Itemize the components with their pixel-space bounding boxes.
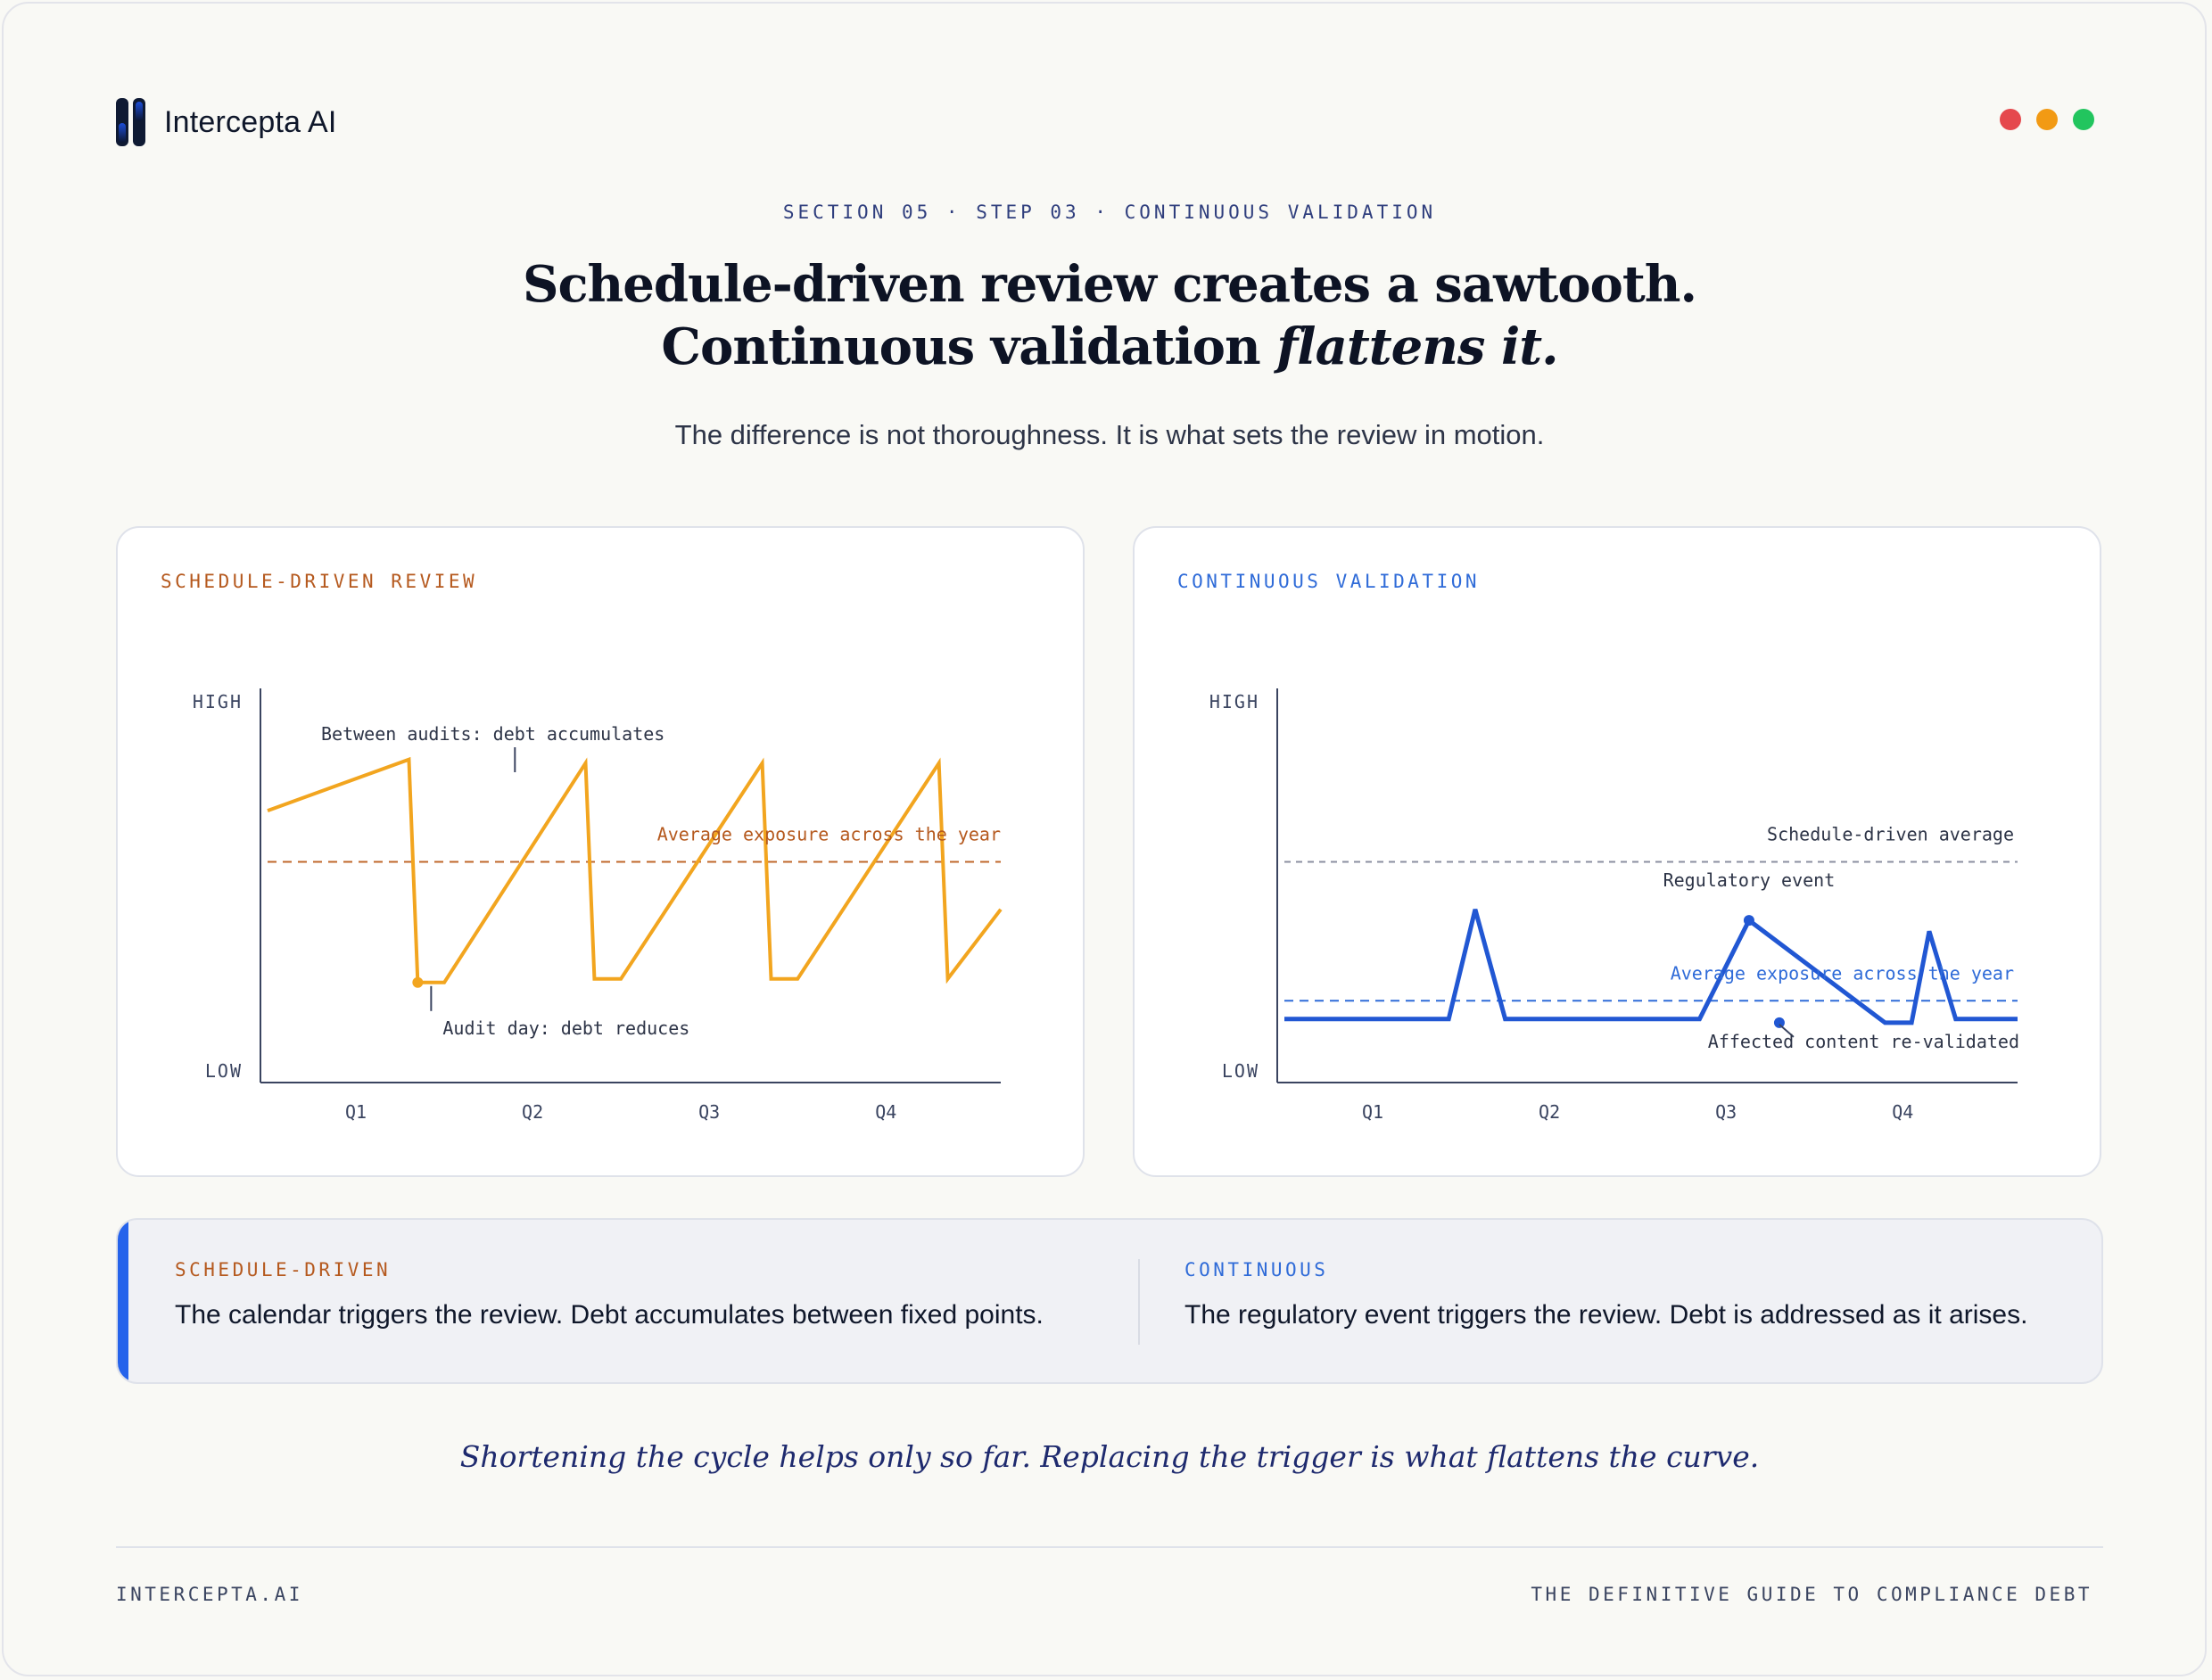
comparison-text: The calendar triggers the review. Debt a…	[175, 1300, 1044, 1330]
annotation-label: Between audits: debt accumulates	[321, 723, 664, 745]
average-exposure-label: Average exposure across the year	[657, 824, 1001, 845]
intercepta-logo-icon	[116, 98, 145, 146]
audit-day-marker	[412, 976, 424, 988]
x-tick-label: Q1	[1362, 1101, 1383, 1123]
footer-divider	[116, 1546, 2103, 1548]
schedule-driven-chart: HIGH LOW Q1 Q2 Q3 Q4 Average exposure across t…	[193, 688, 1003, 1123]
x-tick-label: Q2	[522, 1101, 543, 1123]
y-tick-label: HIGH	[1209, 691, 1259, 712]
comparison-continuous: CONTINUOUS The regulatory event triggers…	[1184, 1259, 2027, 1330]
y-tick-label: HIGH	[193, 691, 243, 712]
maximize-window-dot[interactable]	[2073, 109, 2094, 130]
continuous-validation-chart: HIGH LOW Q1 Q2 Q3 Q4 Schedule-driven average Av…	[1209, 688, 2019, 1123]
x-tick-label: Q4	[875, 1101, 896, 1123]
x-tick-label: Q4	[1892, 1101, 1913, 1123]
x-tick-label: Q2	[1539, 1101, 1560, 1123]
regulatory-event-marker	[1743, 915, 1754, 926]
section-eyebrow: SECTION 05 · STEP 03 · CONTINUOUS VALIDA…	[782, 202, 1437, 223]
x-tick-label: Q3	[698, 1101, 720, 1123]
comparison-panel: SCHEDULE-DRIVEN The calendar triggers th…	[116, 1218, 2103, 1384]
revalidation-marker	[1773, 1017, 1785, 1028]
schedule-driven-chart-card: SCHEDULE-DRIVEN REVIEW HIGH LOW Q1 Q2 Q3 Q4 Av…	[116, 526, 1085, 1177]
brand: Intercepta AI	[116, 98, 337, 146]
brand-name: Intercepta AI	[164, 104, 337, 139]
headline-line-2: Continuous validation flattens it.	[4, 316, 2212, 378]
x-tick-label: Q3	[1715, 1101, 1737, 1123]
x-tick-label: Q1	[345, 1101, 367, 1123]
comparison-label: CONTINUOUS	[1184, 1259, 1329, 1281]
page-headline: Schedule-driven review creates a sawtoot…	[4, 253, 2212, 378]
close-window-dot[interactable]	[2000, 109, 2021, 130]
footer-guide-title: THE DEFINITIVE GUIDE TO COMPLIANCE DEBT	[1531, 1584, 2092, 1605]
schedule-average-label: Schedule-driven average	[1767, 824, 2014, 845]
y-tick-label: LOW	[205, 1060, 243, 1082]
y-tick-label: LOW	[1222, 1060, 1259, 1082]
closing-quote: Shortening the cycle helps only so far. …	[459, 1439, 1760, 1474]
comparison-accent-bar	[118, 1220, 128, 1382]
headline-line-2-italic: flattens it.	[1276, 317, 1558, 376]
average-exposure-label: Average exposure across the year	[1671, 962, 2014, 984]
continuous-validation-chart-card: CONTINUOUS VALIDATION HIGH LOW Q1 Q2 Q3 Q4 Sch…	[1133, 526, 2101, 1177]
page-subhead: The difference is not thoroughness. It i…	[674, 419, 1545, 450]
headline-line-1: Schedule-driven review creates a sawtoot…	[523, 255, 1697, 314]
series-line	[267, 756, 1003, 984]
comparison-text: The regulatory event triggers the review…	[1184, 1300, 2028, 1330]
comparison-divider	[1138, 1259, 1140, 1345]
comparison-label: SCHEDULE-DRIVEN	[175, 1259, 392, 1281]
footer-site-link[interactable]: INTERCEPTA.AI	[116, 1584, 303, 1605]
page-frame: Intercepta AI SECTION 05 · STEP 03 · CON…	[2, 2, 2207, 1676]
annotation-label: Regulatory event	[1663, 869, 1836, 891]
minimize-window-dot[interactable]	[2036, 109, 2058, 130]
annotation-label: Audit day: debt reduces	[442, 1017, 689, 1039]
comparison-schedule-driven: SCHEDULE-DRIVEN The calendar triggers th…	[175, 1259, 1044, 1330]
window-controls	[2000, 109, 2094, 130]
annotation-label: Affected content re-validated	[1708, 1031, 2019, 1052]
headline-line-2-plain: Continuous validation	[661, 317, 1277, 376]
